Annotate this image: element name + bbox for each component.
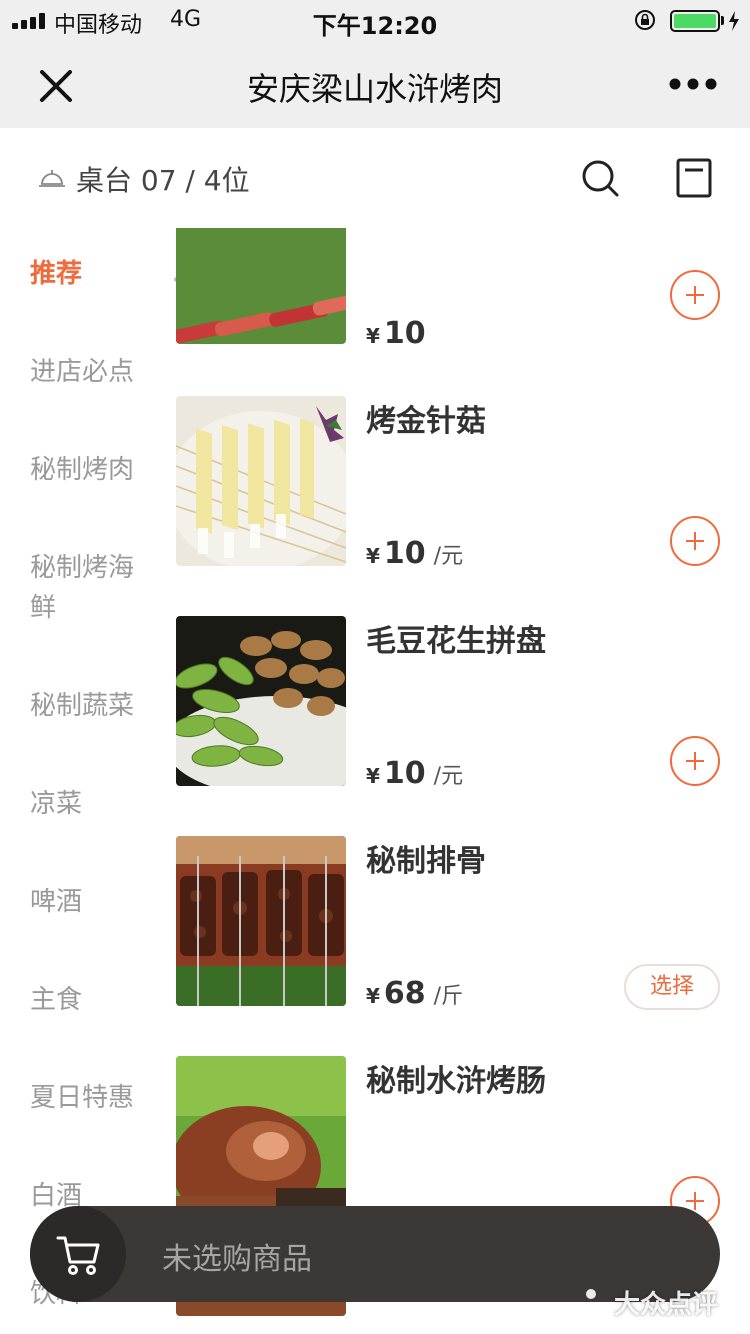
item-name: 毛豆花生拼盘 — [366, 624, 546, 659]
status-bar: 中国移动 4G 下午12:20 — [0, 0, 750, 40]
charging-icon — [729, 11, 739, 31]
cart-button[interactable] — [30, 1206, 126, 1302]
order-list-icon[interactable] — [676, 158, 712, 198]
more-icon[interactable] — [668, 70, 718, 98]
food-image — [176, 836, 346, 1006]
item-name: 秘制水浒烤肠 — [366, 1064, 546, 1099]
item-price: ¥10/元 — [366, 756, 464, 791]
add-to-cart-button[interactable] — [670, 516, 720, 566]
item-price: ¥68/斤 — [366, 976, 464, 1011]
item-price: ¥10 — [366, 316, 426, 351]
battery-icon — [670, 10, 720, 32]
menu-item[interactable]: 毛豆花生拼盘 ¥10/元 — [176, 616, 736, 791]
menu-item[interactable]: ¥10 — [176, 228, 736, 351]
category-item-grilled-seafood[interactable]: 秘制烤海 鲜 — [30, 548, 155, 628]
category-item-grilled-meat[interactable]: 秘制烤肉 — [30, 450, 155, 490]
food-image — [176, 228, 346, 344]
select-spec-button[interactable]: 选择 — [624, 964, 720, 1010]
cart-icon — [56, 1236, 100, 1275]
cart-empty-text: 未选购商品 — [162, 1242, 312, 1277]
category-item-must-order[interactable]: 进店必点 — [30, 352, 155, 392]
food-image — [176, 396, 346, 566]
watermark-text: 大众点评 — [614, 1290, 719, 1320]
item-price: ¥10/元 — [366, 536, 464, 571]
nav-bar: 安庆梁山水浒烤肉 — [0, 40, 750, 128]
battery-cap — [721, 16, 724, 25]
service-bell-icon — [39, 170, 65, 187]
category-item-recommend[interactable]: 推荐 — [30, 254, 155, 294]
table-info-bar: 桌台 07 / 4位 — [0, 128, 750, 228]
rotation-lock-icon — [635, 10, 655, 30]
menu-list: 推荐 ¥10 — [160, 228, 750, 1334]
table-label: 桌台 07 / 4位 — [76, 164, 250, 197]
category-item-cold-dishes[interactable]: 凉菜 — [30, 784, 155, 824]
category-item-vegetables[interactable]: 秘制蔬菜 — [30, 686, 155, 726]
menu-item[interactable]: 秘制水浒烤肠 — [176, 1056, 736, 1316]
item-name: 秘制排骨 — [366, 844, 486, 879]
menu-item[interactable]: 烤金针菇 ¥10/元 — [176, 396, 736, 571]
category-sidebar: 推荐 进店必点 秘制烤肉 秘制烤海 鲜 秘制蔬菜 凉菜 啤酒 主食 夏日特惠 白… — [0, 228, 160, 1334]
item-name: 烤金针菇 — [366, 404, 486, 439]
category-item-summer-deals[interactable]: 夏日特惠 — [30, 1078, 155, 1118]
category-item-staple[interactable]: 主食 — [30, 980, 155, 1020]
search-icon[interactable] — [580, 158, 620, 198]
dianping-logo-icon — [577, 1289, 605, 1314]
category-item-beer[interactable]: 啤酒 — [30, 882, 155, 922]
page-title: 安庆梁山水浒烤肉 — [246, 70, 503, 108]
menu-item[interactable]: 秘制排骨 ¥68/斤 选择 — [176, 836, 736, 1011]
add-to-cart-button[interactable] — [670, 736, 720, 786]
add-to-cart-button[interactable] — [670, 270, 720, 320]
food-image — [176, 616, 346, 786]
